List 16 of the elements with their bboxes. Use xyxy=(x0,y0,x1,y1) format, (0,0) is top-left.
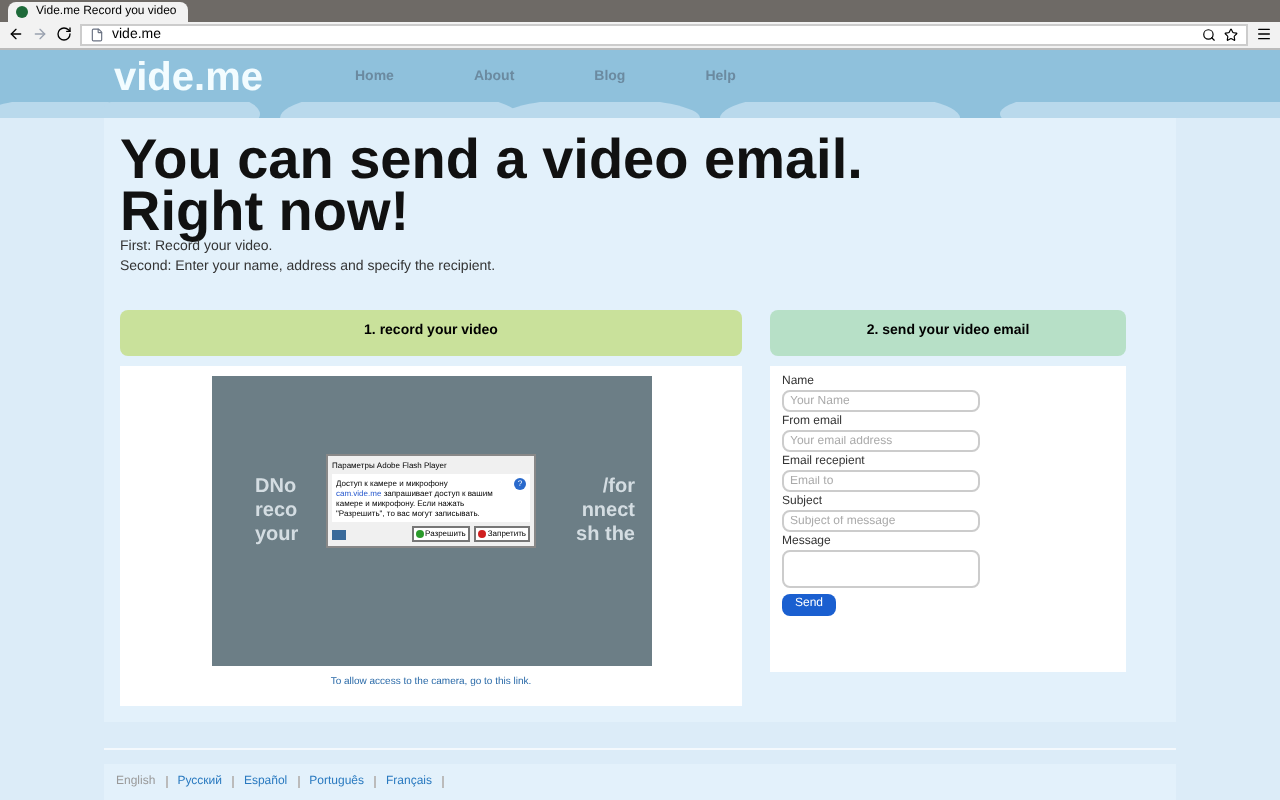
site-icon xyxy=(16,5,28,18)
video-caption: DNo xyxy=(255,476,299,500)
headline: You can send a video email. xyxy=(120,134,865,186)
message-field[interactable] xyxy=(782,550,980,588)
back-icon[interactable] xyxy=(8,26,24,43)
video-caption: nnect xyxy=(581,500,635,524)
reload-icon[interactable] xyxy=(56,26,72,43)
video-caption: your xyxy=(255,524,299,548)
video-caption: sh the xyxy=(576,524,635,548)
search-icon xyxy=(1202,27,1216,42)
menu-icon[interactable] xyxy=(1256,26,1272,43)
star-icon[interactable] xyxy=(1224,27,1238,42)
headline: Right now! xyxy=(120,186,412,238)
page-icon xyxy=(90,27,104,42)
video-caption: reco xyxy=(255,500,299,524)
video-caption: /for xyxy=(602,476,635,500)
